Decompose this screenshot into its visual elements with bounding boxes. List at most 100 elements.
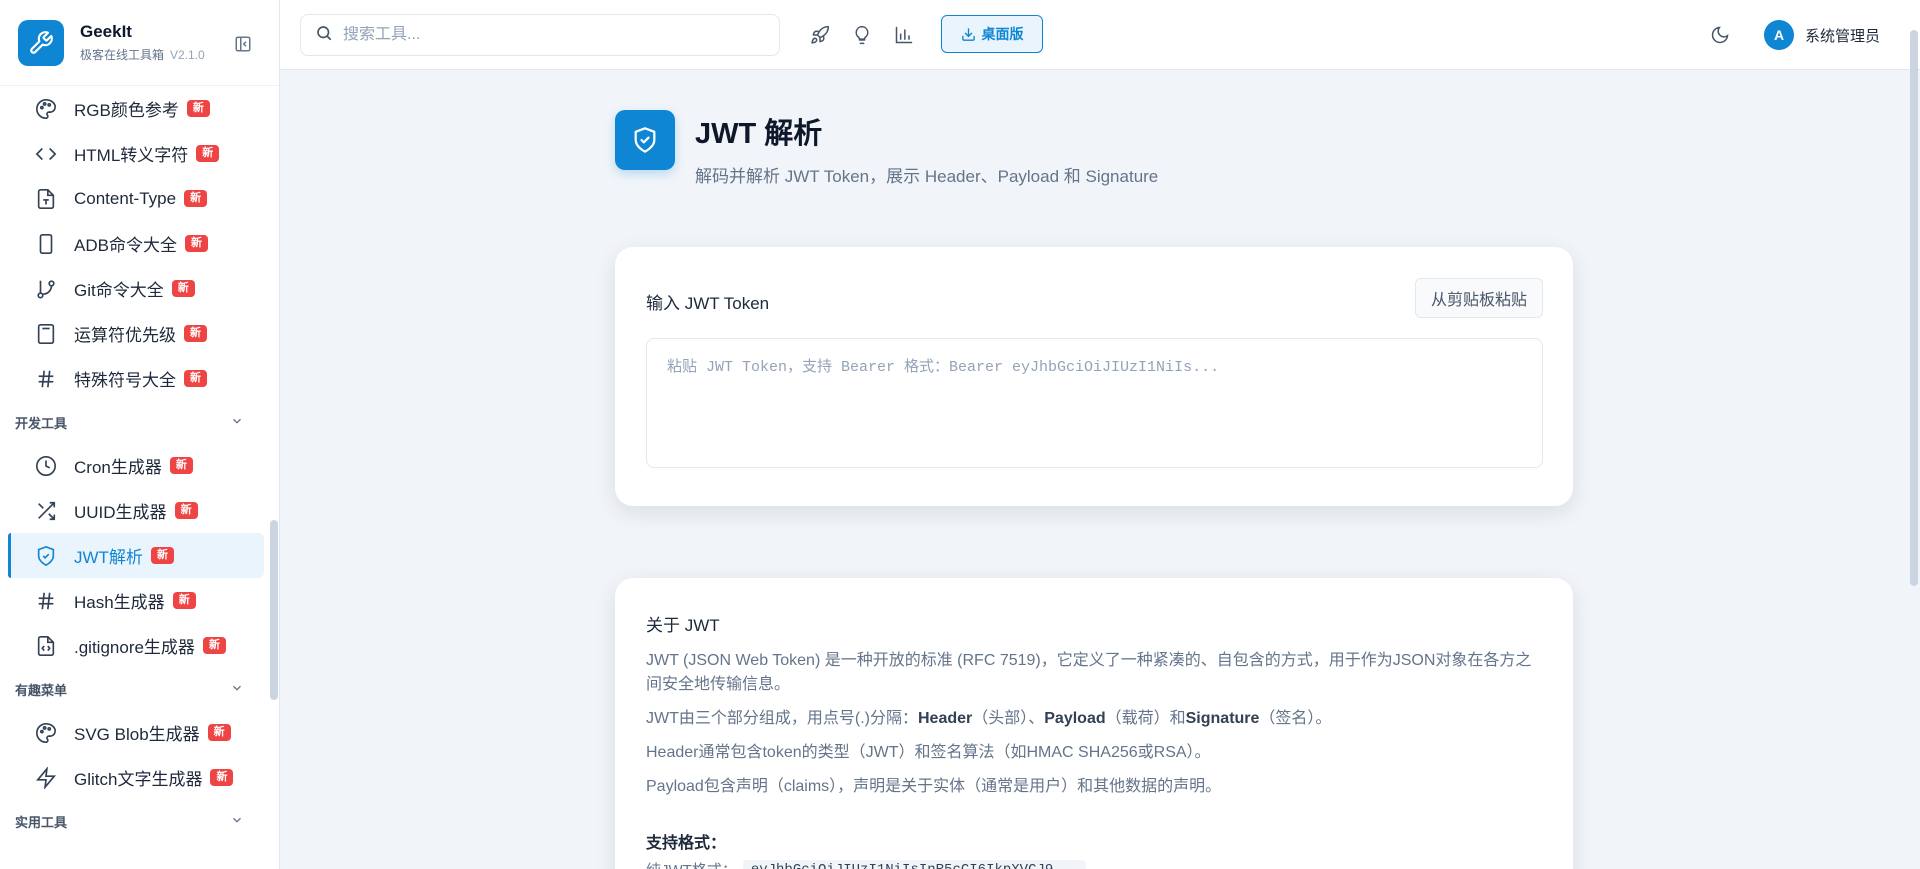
sidebar-group-utilities[interactable]: 实用工具 <box>0 800 272 842</box>
sidebar-item-label: ADB命令大全 <box>74 236 177 255</box>
sidebar-item-adb[interactable]: ADB命令大全 新 <box>8 221 264 266</box>
sidebar-item-label: SVG Blob生成器 <box>74 725 200 744</box>
new-badge: 新 <box>174 502 198 519</box>
about-paragraph: Payload包含声明（claims），声明是关于实体（通常是用户）和其他数据的… <box>646 778 1222 795</box>
sidebar-item-label: UUID生成器 <box>74 503 167 522</box>
brand-subtitle: 极客在线工具箱 V2.1.0 <box>80 46 205 63</box>
input-label: 输入 JWT Token <box>646 294 770 313</box>
chevron-down-icon <box>230 681 244 698</box>
sidebar-item-operators[interactable]: 运算符优先级 新 <box>8 311 264 356</box>
shield-check-icon <box>615 110 675 170</box>
user-name: 系统管理员 <box>1805 27 1881 45</box>
shield-check-icon <box>34 544 58 568</box>
about-text: JWT由三个部分组成，用点号(.)分隔： <box>646 710 918 727</box>
moon-icon[interactable] <box>1708 23 1732 47</box>
brand-version: V2.1.0 <box>170 48 205 62</box>
group-label: 有趣菜单 <box>15 682 68 698</box>
sidebar-nav: RGB颜色参考 新 HTML转义字符 新 Content-Type 新 ADB命… <box>0 86 272 842</box>
wrench-icon[interactable] <box>18 19 64 66</box>
about-jwt-card: 关于 JWT JWT (JSON Web Token) 是一种开放的标准 (RF… <box>615 578 1573 869</box>
sidebar-item-label: Hash生成器 <box>74 593 165 612</box>
sidebar-item-symbols[interactable]: 特殊符号大全 新 <box>8 356 264 401</box>
user-menu[interactable]: A 系统管理员 <box>1764 20 1880 50</box>
brand-name: GeekIt <box>80 22 132 41</box>
sidebar-item-label: RGB颜色参考 <box>74 101 179 120</box>
format-example: eyJhbGciOiJIUzI1NiIsInR5cCI6IkpXVCJ9... <box>742 859 1087 869</box>
git-branch-icon <box>34 277 58 301</box>
sidebar-item-cron[interactable]: Cron生成器 新 <box>8 443 264 488</box>
sidebar-collapse-icon[interactable] <box>232 33 254 55</box>
new-badge: 新 <box>202 637 226 654</box>
chart-icon[interactable] <box>892 23 916 47</box>
brand-subtitle-text: 极客在线工具箱 <box>80 48 165 62</box>
rocket-icon[interactable] <box>808 23 832 47</box>
palette-icon <box>34 721 58 745</box>
sidebar-item-label: Glitch文字生成器 <box>74 770 203 789</box>
sidebar-item-gitignore[interactable]: .gitignore生成器 新 <box>8 623 264 668</box>
about-bold: Signature <box>1185 710 1260 727</box>
search-box[interactable] <box>300 14 780 56</box>
sidebar-item-uuid[interactable]: UUID生成器 新 <box>8 488 264 533</box>
new-badge: 新 <box>184 325 207 342</box>
sidebar-item-label: 特殊符号大全 <box>74 371 176 390</box>
desktop-download-button[interactable]: 桌面版 <box>941 15 1043 53</box>
jwt-input-card: 输入 JWT Token 从剪贴板粘贴 <box>615 247 1573 506</box>
search-icon <box>315 24 333 47</box>
about-paragraph: Header通常包含token的类型（JWT）和签名算法（如HMAC SHA25… <box>646 744 1211 761</box>
sidebar-item-git[interactable]: Git命令大全 新 <box>8 266 264 311</box>
sidebar-group-fun[interactable]: 有趣菜单 <box>0 668 272 710</box>
sidebar-item-label: Content-Type <box>74 188 177 208</box>
chevron-down-icon <box>230 813 244 830</box>
new-badge: 新 <box>171 280 195 297</box>
sidebar-item-label: 运算符优先级 <box>74 326 176 345</box>
phone-icon <box>34 232 58 256</box>
paste-from-clipboard-button[interactable]: 从剪贴板粘贴 <box>1414 278 1543 318</box>
chevron-down-icon <box>230 414 244 431</box>
page-scrollbar[interactable] <box>1910 30 1918 586</box>
new-badge: 新 <box>210 769 234 786</box>
sidebar-item-content-type[interactable]: Content-Type 新 <box>8 176 264 221</box>
search-input[interactable] <box>343 26 743 44</box>
about-title: 关于 JWT <box>646 616 720 635</box>
new-badge: 新 <box>169 457 193 474</box>
clock-icon <box>34 454 58 478</box>
sidebar-scrollbar[interactable] <box>270 520 278 700</box>
sidebar-item-label: Cron生成器 <box>74 458 162 477</box>
new-badge: 新 <box>150 547 174 564</box>
shuffle-icon <box>34 499 58 523</box>
group-label: 开发工具 <box>15 415 68 431</box>
sidebar: GeekIt 极客在线工具箱 V2.1.0 RGB颜色参考 新 HTML转义字符 … <box>0 0 280 869</box>
sidebar-item-label: HTML转义字符 <box>74 146 189 165</box>
format-label: 纯JWT格式： <box>646 859 737 869</box>
hash-icon <box>34 367 58 391</box>
page-title: JWT 解析 <box>695 118 823 150</box>
sidebar-item-label: .gitignore生成器 <box>74 638 195 657</box>
about-text: （头部）、 <box>972 710 1045 727</box>
sidebar-item-html-escape[interactable]: HTML转义字符 新 <box>8 131 264 176</box>
sidebar-group-dev-tools[interactable]: 开发工具 <box>0 401 272 443</box>
lightbulb-icon[interactable] <box>850 23 874 47</box>
about-text: （签名）。 <box>1259 710 1332 727</box>
jwt-token-input[interactable] <box>646 338 1543 468</box>
about-paragraph-parts: JWT由三个部分组成，用点号(.)分隔：Header（头部）、Payload（载… <box>646 707 1546 731</box>
new-badge: 新 <box>186 100 210 117</box>
about-bold: Header <box>917 710 973 727</box>
topbar: 桌面版 A 系统管理员 <box>280 0 1920 70</box>
file-type-icon <box>34 187 58 211</box>
sidebar-item-hash[interactable]: Hash生成器 新 <box>8 578 264 623</box>
sidebar-item-label: Git命令大全 <box>74 281 164 300</box>
sidebar-item-svg-blob[interactable]: SVG Blob生成器 新 <box>8 710 264 755</box>
new-badge: 新 <box>184 190 208 207</box>
sidebar-item-rgb[interactable]: RGB颜色参考 新 <box>8 86 264 131</box>
new-badge: 新 <box>196 145 220 162</box>
zap-icon <box>34 766 58 790</box>
palette-icon <box>34 97 58 121</box>
about-bold: Payload <box>1044 710 1106 727</box>
page-header: JWT 解析 解码并解析 JWT Token，展示 Header、Payload… <box>615 110 1158 187</box>
calculator-icon <box>34 322 58 346</box>
formats-title: 支持格式： <box>646 835 727 852</box>
sidebar-item-glitch[interactable]: Glitch文字生成器 新 <box>8 755 264 800</box>
avatar: A <box>1764 20 1794 50</box>
sidebar-item-jwt[interactable]: JWT解析 新 <box>8 533 264 578</box>
format-line: 纯JWT格式： eyJhbGciOiJIUzI1NiIsInR5cCI6IkpX… <box>646 859 1087 869</box>
